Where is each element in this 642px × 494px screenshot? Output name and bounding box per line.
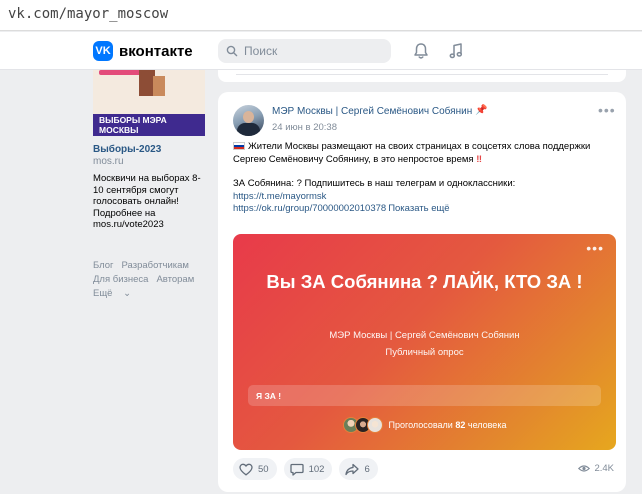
comment-button[interactable]: 102 [283, 458, 333, 480]
poll-card: ••• Вы ЗА Собянина ? ЛАЙК, КТО ЗА ! МЭР … [233, 234, 616, 450]
poll-voters[interactable]: Проголосовали 82 человека [233, 417, 616, 433]
voter-avatar [366, 417, 383, 433]
browser-address-bar[interactable]: vk.com/mayor_moscow [0, 0, 642, 31]
footer-link-more-label: Ещё [93, 287, 113, 299]
post-text: Жители Москвы размещают на своих страниц… [233, 141, 613, 216]
vk-logo-icon: VK [93, 41, 113, 61]
post-author[interactable]: МЭР Москвы | Сергей Семёнович Собянин [272, 106, 472, 117]
promo-domain: mos.ru [93, 156, 124, 167]
poll-more-icon[interactable]: ••• [586, 241, 604, 255]
poll-voted-label: Проголосовали [388, 420, 453, 430]
post-text-2: ЗА Собянина: ? Подпишитесь в наш телегра… [233, 178, 516, 189]
promo-title[interactable]: Выборы-2023 [93, 144, 205, 155]
post-actions: 50 102 6 [233, 458, 385, 480]
post-link-telegram[interactable]: https://t.me/mayormsk [233, 191, 326, 202]
promo-text: Москвичи на выборах 8-10 сентября смогут… [93, 173, 201, 230]
double-exclamation-icon: ‼ [476, 153, 482, 165]
share-count: 6 [364, 463, 370, 475]
view-count-value: 2.4K [594, 463, 614, 474]
footer-links: Блог Разработчикам Для бизнеса Авторам Ещё… [93, 259, 205, 301]
left-sidebar: ВЫБОРЫ МЭРА МОСКВЫ Выборы-2023 mos.ru Мо… [93, 70, 205, 301]
vk-logo[interactable]: VK вконтакте [93, 41, 193, 61]
promo-figure-graphic [153, 76, 165, 96]
site-header: VK вконтакте Поиск [0, 32, 642, 70]
poll-type: Публичный опрос [385, 347, 464, 358]
post-link-ok[interactable]: https://ok.ru/group/70000002010378 [233, 203, 386, 214]
previous-post-card [218, 70, 626, 82]
footer-link-blog[interactable]: Блог [93, 260, 114, 271]
comment-icon [289, 463, 304, 476]
promo-image[interactable] [93, 70, 205, 114]
like-count: 50 [258, 463, 269, 475]
voter-avatars [342, 417, 383, 433]
russia-flag-icon [233, 142, 245, 150]
avatar-face-graphic [243, 111, 254, 123]
view-count: 2.4K [578, 463, 614, 474]
poll-voted-number: 82 [455, 420, 466, 430]
post-more-icon[interactable]: ••• [598, 103, 616, 117]
poll-option-label: Я ЗА ! [256, 390, 282, 401]
avatar-suit-graphic [237, 123, 260, 136]
promo-band[interactable]: ВЫБОРЫ МЭРА МОСКВЫ [93, 114, 205, 136]
share-icon [345, 463, 360, 475]
poll-voted-unit: человека [467, 420, 507, 430]
heart-icon [239, 463, 253, 476]
bell-icon[interactable] [411, 41, 431, 61]
poll-option[interactable]: Я ЗА ! [248, 385, 601, 406]
share-button[interactable]: 6 [339, 458, 378, 480]
like-button[interactable]: 50 [233, 458, 277, 480]
url-text[interactable]: vk.com/mayor_moscow [8, 6, 168, 22]
search-placeholder: Поиск [244, 44, 278, 58]
promo-tag-graphic [99, 70, 141, 75]
post-card: МЭР Москвы | Сергей Семёнович Собянин 📌 … [218, 92, 626, 492]
footer-link-more[interactable]: Ещё ⌄ [93, 288, 139, 299]
divider [236, 74, 608, 75]
poll-owner[interactable]: МЭР Москвы | Сергей Семёнович Собянин [233, 330, 616, 341]
post-text-1: Жители Москвы размещают на своих страниц… [233, 141, 591, 165]
post-text-line: Жители Москвы размещают на своих страниц… [233, 141, 613, 166]
footer-link-business[interactable]: Для бизнеса [93, 274, 148, 285]
pin-icon: 📌 [475, 105, 488, 116]
search-icon [226, 45, 238, 57]
music-icon[interactable] [446, 41, 466, 61]
eye-icon [578, 465, 591, 472]
footer-link-developers[interactable]: Разработчикам [122, 260, 189, 271]
poll-question: Вы ЗА Собянина ? ЛАЙК, КТО ЗА ! [266, 271, 583, 292]
show-more-link[interactable]: Показать ещё [388, 203, 449, 214]
comment-count: 102 [308, 463, 325, 475]
author-avatar[interactable] [233, 105, 264, 136]
post-date[interactable]: 24 июн в 20:38 [272, 122, 337, 133]
vk-logo-text: вконтакте [119, 42, 193, 60]
poll-vote-count: Проголосовали 82 человека [389, 420, 507, 430]
footer-link-authors[interactable]: Авторам [156, 274, 194, 285]
chevron-down-icon: ⌄ [123, 287, 132, 299]
search-input[interactable]: Поиск [218, 39, 391, 63]
